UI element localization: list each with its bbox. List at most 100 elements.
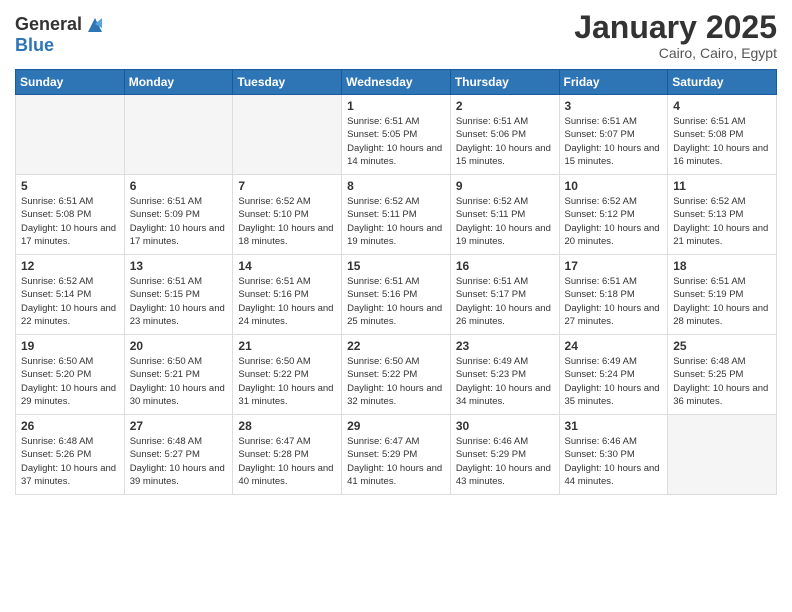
day-info: Sunrise: 6:52 AM Sunset: 5:11 PM Dayligh… <box>456 195 554 248</box>
day-number: 4 <box>673 99 771 113</box>
week-row-4: 19 Sunrise: 6:50 AM Sunset: 5:20 PM Dayli… <box>16 335 777 415</box>
day-number: 12 <box>21 259 119 273</box>
day-info: Sunrise: 6:50 AM Sunset: 5:21 PM Dayligh… <box>130 355 228 408</box>
day-cell: 7 Sunrise: 6:52 AM Sunset: 5:10 PM Daylig… <box>233 175 342 255</box>
day-cell: 19 Sunrise: 6:50 AM Sunset: 5:20 PM Dayli… <box>16 335 125 415</box>
day-cell: 18 Sunrise: 6:51 AM Sunset: 5:19 PM Dayli… <box>668 255 777 335</box>
day-info: Sunrise: 6:51 AM Sunset: 5:05 PM Dayligh… <box>347 115 445 168</box>
page: General Blue January 2025 Cairo, Cairo, … <box>0 0 792 510</box>
month-title: January 2025 <box>574 10 777 45</box>
day-number: 14 <box>238 259 336 273</box>
day-cell: 29Sunrise: 6:47 AM Sunset: 5:29 PM Dayli… <box>342 415 451 495</box>
location: Cairo, Cairo, Egypt <box>574 45 777 61</box>
day-info: Sunrise: 6:51 AM Sunset: 5:16 PM Dayligh… <box>347 275 445 328</box>
day-cell: 23Sunrise: 6:49 AM Sunset: 5:23 PM Dayli… <box>450 335 559 415</box>
col-monday: Monday <box>124 70 233 95</box>
day-number: 11 <box>673 179 771 193</box>
day-cell: 4 Sunrise: 6:51 AM Sunset: 5:08 PM Daylig… <box>668 95 777 175</box>
day-info: Sunrise: 6:46 AM Sunset: 5:30 PM Dayligh… <box>565 435 663 488</box>
day-number: 18 <box>673 259 771 273</box>
day-info: Sunrise: 6:51 AM Sunset: 5:19 PM Dayligh… <box>673 275 771 328</box>
day-info: Sunrise: 6:48 AM Sunset: 5:26 PM Dayligh… <box>21 435 119 488</box>
day-cell: 10 Sunrise: 6:52 AM Sunset: 5:12 PM Dayli… <box>559 175 668 255</box>
header: General Blue January 2025 Cairo, Cairo, … <box>15 10 777 61</box>
day-number: 27 <box>130 419 228 433</box>
day-number: 2 <box>456 99 554 113</box>
day-number: 26 <box>21 419 119 433</box>
day-cell: 24 Sunrise: 6:49 AM Sunset: 5:24 PM Dayli… <box>559 335 668 415</box>
day-cell: 6 Sunrise: 6:51 AM Sunset: 5:09 PM Daylig… <box>124 175 233 255</box>
day-number: 13 <box>130 259 228 273</box>
col-friday: Friday <box>559 70 668 95</box>
day-number: 10 <box>565 179 663 193</box>
day-info: Sunrise: 6:51 AM Sunset: 5:07 PM Dayligh… <box>565 115 663 168</box>
day-cell <box>124 95 233 175</box>
day-info: Sunrise: 6:51 AM Sunset: 5:17 PM Dayligh… <box>456 275 554 328</box>
col-tuesday: Tuesday <box>233 70 342 95</box>
day-cell: 5 Sunrise: 6:51 AM Sunset: 5:08 PM Daylig… <box>16 175 125 255</box>
day-number: 25 <box>673 339 771 353</box>
day-number: 31 <box>565 419 663 433</box>
day-number: 22 <box>347 339 445 353</box>
day-number: 15 <box>347 259 445 273</box>
day-cell: 22 Sunrise: 6:50 AM Sunset: 5:22 PM Dayli… <box>342 335 451 415</box>
day-info: Sunrise: 6:48 AM Sunset: 5:25 PM Dayligh… <box>673 355 771 408</box>
day-cell: 20 Sunrise: 6:50 AM Sunset: 5:21 PM Dayli… <box>124 335 233 415</box>
day-cell: 11 Sunrise: 6:52 AM Sunset: 5:13 PM Dayli… <box>668 175 777 255</box>
col-sunday: Sunday <box>16 70 125 95</box>
day-cell <box>16 95 125 175</box>
day-info: Sunrise: 6:50 AM Sunset: 5:20 PM Dayligh… <box>21 355 119 408</box>
day-number: 3 <box>565 99 663 113</box>
day-info: Sunrise: 6:51 AM Sunset: 5:08 PM Dayligh… <box>673 115 771 168</box>
day-number: 29 <box>347 419 445 433</box>
day-info: Sunrise: 6:49 AM Sunset: 5:24 PM Dayligh… <box>565 355 663 408</box>
day-info: Sunrise: 6:52 AM Sunset: 5:13 PM Dayligh… <box>673 195 771 248</box>
day-number: 19 <box>21 339 119 353</box>
day-number: 1 <box>347 99 445 113</box>
week-row-5: 26 Sunrise: 6:48 AM Sunset: 5:26 PM Dayli… <box>16 415 777 495</box>
day-info: Sunrise: 6:48 AM Sunset: 5:27 PM Dayligh… <box>130 435 228 488</box>
day-info: Sunrise: 6:51 AM Sunset: 5:09 PM Dayligh… <box>130 195 228 248</box>
col-saturday: Saturday <box>668 70 777 95</box>
day-cell: 12 Sunrise: 6:52 AM Sunset: 5:14 PM Dayli… <box>16 255 125 335</box>
logo: General Blue <box>15 14 106 56</box>
day-info: Sunrise: 6:47 AM Sunset: 5:28 PM Dayligh… <box>238 435 336 488</box>
day-cell: 17Sunrise: 6:51 AM Sunset: 5:18 PM Dayli… <box>559 255 668 335</box>
day-cell: 31 Sunrise: 6:46 AM Sunset: 5:30 PM Dayli… <box>559 415 668 495</box>
week-row-3: 12 Sunrise: 6:52 AM Sunset: 5:14 PM Dayli… <box>16 255 777 335</box>
day-number: 20 <box>130 339 228 353</box>
day-number: 28 <box>238 419 336 433</box>
logo-icon <box>84 14 106 36</box>
col-wednesday: Wednesday <box>342 70 451 95</box>
day-number: 17 <box>565 259 663 273</box>
day-cell: 25 Sunrise: 6:48 AM Sunset: 5:25 PM Dayli… <box>668 335 777 415</box>
day-cell: 28 Sunrise: 6:47 AM Sunset: 5:28 PM Dayli… <box>233 415 342 495</box>
day-cell: 1 Sunrise: 6:51 AM Sunset: 5:05 PM Daylig… <box>342 95 451 175</box>
week-row-2: 5 Sunrise: 6:51 AM Sunset: 5:08 PM Daylig… <box>16 175 777 255</box>
header-row: Sunday Monday Tuesday Wednesday Thursday… <box>16 70 777 95</box>
day-info: Sunrise: 6:51 AM Sunset: 5:08 PM Dayligh… <box>21 195 119 248</box>
day-cell: 8 Sunrise: 6:52 AM Sunset: 5:11 PM Daylig… <box>342 175 451 255</box>
day-info: Sunrise: 6:52 AM Sunset: 5:14 PM Dayligh… <box>21 275 119 328</box>
logo-blue: Blue <box>15 35 54 55</box>
day-info: Sunrise: 6:52 AM Sunset: 5:12 PM Dayligh… <box>565 195 663 248</box>
day-info: Sunrise: 6:51 AM Sunset: 5:16 PM Dayligh… <box>238 275 336 328</box>
day-info: Sunrise: 6:50 AM Sunset: 5:22 PM Dayligh… <box>347 355 445 408</box>
day-cell: 3 Sunrise: 6:51 AM Sunset: 5:07 PM Daylig… <box>559 95 668 175</box>
day-info: Sunrise: 6:52 AM Sunset: 5:11 PM Dayligh… <box>347 195 445 248</box>
day-info: Sunrise: 6:52 AM Sunset: 5:10 PM Dayligh… <box>238 195 336 248</box>
day-cell <box>668 415 777 495</box>
day-number: 6 <box>130 179 228 193</box>
day-cell: 15 Sunrise: 6:51 AM Sunset: 5:16 PM Dayli… <box>342 255 451 335</box>
day-number: 24 <box>565 339 663 353</box>
day-number: 23 <box>456 339 554 353</box>
day-number: 9 <box>456 179 554 193</box>
day-info: Sunrise: 6:51 AM Sunset: 5:06 PM Dayligh… <box>456 115 554 168</box>
day-number: 8 <box>347 179 445 193</box>
day-info: Sunrise: 6:50 AM Sunset: 5:22 PM Dayligh… <box>238 355 336 408</box>
day-number: 7 <box>238 179 336 193</box>
day-number: 5 <box>21 179 119 193</box>
day-cell: 21Sunrise: 6:50 AM Sunset: 5:22 PM Dayli… <box>233 335 342 415</box>
day-number: 30 <box>456 419 554 433</box>
title-block: January 2025 Cairo, Cairo, Egypt <box>574 10 777 61</box>
